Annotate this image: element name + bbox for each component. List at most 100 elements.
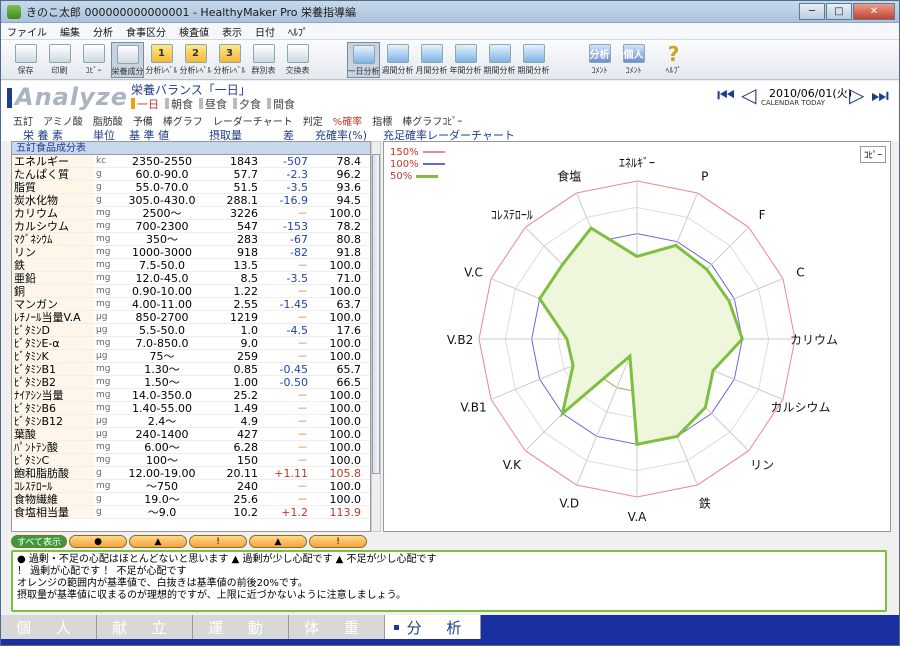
rate-cell: 100.0 — [329, 337, 362, 350]
bottom-tab[interactable]: 個 人 — [1, 615, 97, 639]
filter-button[interactable]: ! — [309, 535, 367, 548]
table-row[interactable]: たんぱく質 g 60.0-90.0 57.7 -2.3 96.2 — [12, 168, 370, 181]
toolbar-button[interactable]: 月間分析 — [415, 42, 448, 78]
toolbar-button[interactable]: 分析 ｺﾒﾝﾄ — [583, 42, 616, 78]
bottom-tab[interactable]: 運 動 — [193, 615, 289, 639]
table-row[interactable]: ﾋﾞﾀﾐﾝB1 mg 1.30～ 0.85 -0.45 65.7 — [12, 363, 370, 376]
toolbar-button[interactable]: 年間分析 — [449, 42, 482, 78]
option-toggle[interactable]: 判定 — [303, 113, 323, 128]
bottom-tab[interactable]: 献 立 — [97, 615, 193, 639]
table-row[interactable]: ﾋﾞﾀﾐﾝK μg 75～ 259 － 100.0 — [12, 350, 370, 363]
period-tab[interactable]: 間食 — [267, 96, 295, 112]
period-tab[interactable]: 昼食 — [199, 96, 227, 112]
menu-item[interactable]: 食事区分 — [126, 24, 166, 39]
table-row[interactable]: 脂質 g 55.0-70.0 51.5 -3.5 93.6 — [12, 181, 370, 194]
rate-cell: 94.5 — [336, 194, 362, 207]
filter-button[interactable]: ▲ — [249, 535, 307, 548]
table-row[interactable]: ﾋﾞﾀﾐﾝD μg 5.5-50.0 1.0 -4.5 17.6 — [12, 324, 370, 337]
table-row[interactable]: 食物繊維 g 19.0～ 25.6 － 100.0 — [12, 493, 370, 506]
table-row[interactable]: ﾋﾞﾀﾐﾝB2 mg 1.50～ 1.00 -0.50 66.5 — [12, 376, 370, 389]
table-row[interactable]: ﾏｸﾞﾈｼｳﾑ mg 350～ 283 -67 80.8 — [12, 233, 370, 246]
last-arrow-icon[interactable]: ⏭ — [871, 85, 889, 105]
table-row[interactable]: 食塩相当量 g ～9.0 10.2 +1.2 113.9 — [12, 506, 370, 519]
toolbar-button[interactable]: 保存 — [9, 42, 42, 78]
table-row[interactable]: 炭水化物 g 305.0-430.0 288.1 -16.9 94.5 — [12, 194, 370, 207]
table-row[interactable]: ﾅｲｱｼﾝ当量 mg 14.0-350.0 25.2 － 100.0 — [12, 389, 370, 402]
toolbar-button[interactable]: 群別表 — [247, 42, 280, 78]
table-row[interactable]: ｺﾚｽﾃﾛｰﾙ mg ～750 240 － 100.0 — [12, 480, 370, 493]
menu-item[interactable]: 表示 — [222, 24, 242, 39]
show-all-button[interactable]: すべて表示 — [11, 535, 67, 548]
menu-item[interactable]: 検査値 — [179, 24, 209, 39]
intake-cell: 283 — [237, 233, 258, 246]
toolbar-button[interactable]: 交換表 — [281, 42, 314, 78]
filter-button[interactable]: ! — [189, 535, 247, 548]
option-toggle[interactable]: 五訂 — [13, 113, 33, 128]
table-row[interactable]: リン mg 1000-3000 918 -82 91.8 — [12, 246, 370, 259]
period-tab[interactable]: 朝食 — [165, 96, 193, 112]
scroll-thumb[interactable] — [372, 154, 380, 474]
option-toggle[interactable]: %確率 — [333, 113, 363, 128]
table-row[interactable]: 葉酸 μg 240-1400 427 － 100.0 — [12, 428, 370, 441]
table-row[interactable]: 亜鉛 mg 12.0-45.0 8.5 -3.5 71.0 — [12, 272, 370, 285]
toolbar-button[interactable]: 3 分析ﾚﾍﾞﾙ — [213, 42, 246, 78]
table-row[interactable]: 鉄 mg 7.5-50.0 13.5 － 100.0 — [12, 259, 370, 272]
nutrient-name: ﾋﾞﾀﾐﾝE-α — [12, 337, 94, 349]
option-toggle[interactable]: アミノ酸 — [43, 113, 83, 128]
first-arrow-icon[interactable]: ⏮ — [717, 85, 735, 105]
table-row[interactable]: 飽和脂肪酸 g 12.00-19.00 20.11 +1.11 105.8 — [12, 467, 370, 480]
menu-item[interactable]: ﾍﾙﾌﾟ — [288, 24, 308, 39]
standard-cell: 12.00-19.00 — [128, 467, 196, 480]
toolbar-button[interactable]: 週間分析 — [381, 42, 414, 78]
toolbar-button[interactable]: 期間分析 — [483, 42, 516, 78]
table-row[interactable]: 銅 mg 0.90-10.00 1.22 － 100.0 — [12, 285, 370, 298]
radar-axis-label: C — [796, 265, 804, 279]
title-bar[interactable]: きのこ太郎 000000000000001 - HealthyMaker Pro… — [1, 1, 899, 23]
menu-item[interactable]: 編集 — [60, 24, 80, 39]
minimize-button[interactable]: ─ — [799, 3, 825, 20]
option-toggle[interactable]: 予備 — [133, 113, 153, 128]
maximize-button[interactable]: □ — [826, 3, 852, 20]
option-toggle[interactable]: 脂肪酸 — [93, 113, 123, 128]
toolbar-button[interactable]: 1 分析ﾚﾍﾞﾙ — [145, 42, 178, 78]
table-row[interactable]: ﾚﾁﾉｰﾙ当量V.A μg 850-2700 1219 － 100.0 — [12, 311, 370, 324]
toolbar-button[interactable]: 個人 ｺﾒﾝﾄ — [617, 42, 650, 78]
toolbar-button[interactable]: 2 分析ﾚﾍﾞﾙ — [179, 42, 212, 78]
bottom-tab[interactable]: 体 重 — [289, 615, 385, 639]
table-row[interactable]: ﾊﾟﾝﾄﾃﾝ酸 mg 6.00～ 6.28 － 100.0 — [12, 441, 370, 454]
table-row[interactable]: ﾋﾞﾀﾐﾝE-α mg 7.0-850.0 9.0 － 100.0 — [12, 337, 370, 350]
table-row[interactable]: ﾋﾞﾀﾐﾝB12 μg 2.4～ 4.9 － 100.0 — [12, 415, 370, 428]
filter-button[interactable]: ▲ — [129, 535, 187, 548]
prev-arrow-icon[interactable]: ◁ — [741, 85, 756, 105]
period-tab[interactable]: 一日 — [131, 96, 159, 112]
table-row[interactable]: マンガン mg 4.00-11.00 2.55 -1.45 63.7 — [12, 298, 370, 311]
chart-copy-button[interactable]: ｺﾋﾟｰ — [859, 146, 886, 163]
table-row[interactable]: ﾋﾞﾀﾐﾝB6 mg 1.40-55.00 1.49 － 100.0 — [12, 402, 370, 415]
option-toggle[interactable]: 棒グラフ — [163, 113, 203, 128]
toolbar-button[interactable]: 印刷 — [43, 42, 76, 78]
table-row[interactable]: エネルギー kc 2350-2550 1843 -507 78.4 — [12, 155, 370, 168]
close-button[interactable]: ✕ — [853, 3, 895, 20]
toolbar-button[interactable]: ? ﾍﾙﾌﾟ — [657, 42, 690, 78]
menu-item[interactable]: 日付 — [255, 24, 275, 39]
option-toggle[interactable]: 棒グラフｺﾋﾟｰ — [402, 113, 462, 128]
toolbar-button[interactable]: 期間分析 — [517, 42, 550, 78]
next-arrow-icon[interactable]: ▷ — [849, 85, 864, 105]
toolbar-button[interactable]: ｺﾋﾟｰ — [77, 42, 110, 78]
rate-cell: 100.0 — [329, 480, 362, 493]
toolbar-button[interactable]: 一日分析 — [347, 42, 380, 78]
option-toggle[interactable]: 指標 — [372, 113, 392, 128]
option-toggle[interactable]: レーダーチャート — [213, 113, 293, 128]
filter-button[interactable]: ● — [69, 535, 127, 548]
table-row[interactable]: カリウム mg 2500～ 3226 － 100.0 — [12, 207, 370, 220]
table-row[interactable]: ﾋﾞﾀﾐﾝC mg 100～ 150 － 100.0 — [12, 454, 370, 467]
personal-comment-icon: 個人 — [622, 44, 645, 63]
menu-item[interactable]: ファイル — [7, 24, 47, 39]
bottom-tab[interactable]: 分 析 — [385, 615, 481, 639]
toolbar-button[interactable]: 栄養成分 — [111, 42, 144, 78]
table-row[interactable]: カルシウム mg 700-2300 547 -153 78.2 — [12, 220, 370, 233]
period-tab[interactable]: 夕食 — [233, 96, 261, 112]
table-scrollbar[interactable] — [371, 141, 381, 532]
calendar-today-labels[interactable]: CALENDAR TODAY — [761, 99, 825, 107]
menu-item[interactable]: 分析 — [93, 24, 113, 39]
